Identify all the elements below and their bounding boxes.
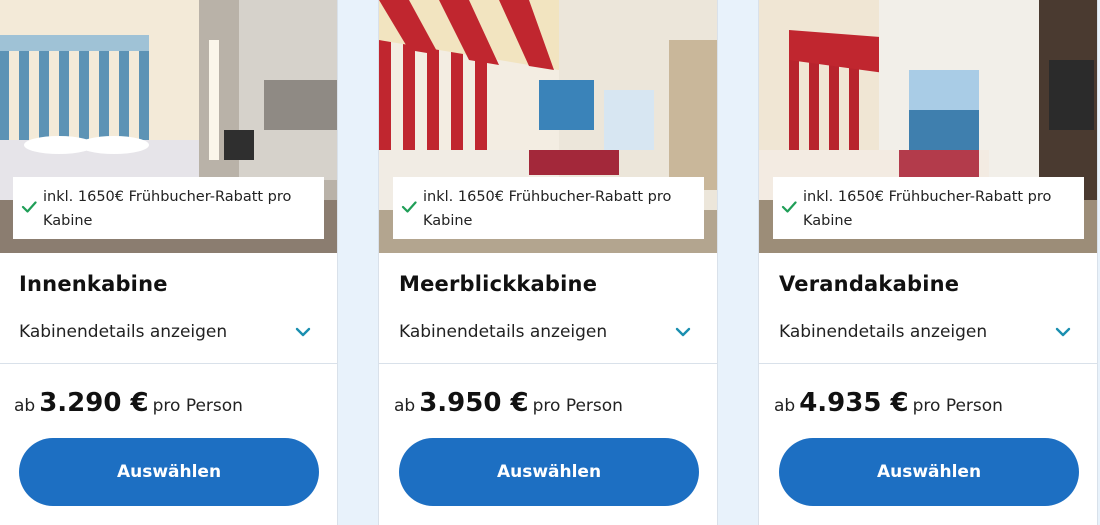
- divider: [0, 363, 337, 364]
- price-prefix: ab: [774, 396, 796, 416]
- early-booking-badge: inkl. 1650€ Frühbucher-Rabatt pro Kabine: [13, 177, 324, 239]
- badge-text: inkl. 1650€ Frühbucher-Rabatt pro Kabine: [43, 189, 292, 229]
- cabin-card-seaview: inkl. 1650€ Frühbucher-Rabatt pro Kabine…: [378, 0, 718, 525]
- check-icon: [21, 201, 37, 213]
- cabin-card-veranda: inkl. 1650€ Frühbucher-Rabatt pro Kabine…: [758, 0, 1098, 525]
- early-booking-badge: inkl. 1650€ Frühbucher-Rabatt pro Kabine: [773, 177, 1084, 239]
- badge-text: inkl. 1650€ Frühbucher-Rabatt pro Kabine: [803, 189, 1052, 229]
- early-booking-badge: inkl. 1650€ Frühbucher-Rabatt pro Kabine: [393, 177, 704, 239]
- divider: [759, 363, 1097, 364]
- price-prefix: ab: [14, 396, 36, 416]
- price-line: ab 3.290 € pro Person: [14, 388, 243, 418]
- chevron-down-icon: [675, 327, 691, 337]
- cabin-details-toggle[interactable]: Kabinendetails anzeigen: [19, 322, 317, 348]
- price-suffix: pro Person: [152, 396, 243, 416]
- price-prefix: ab: [394, 396, 416, 416]
- cabin-details-toggle[interactable]: Kabinendetails anzeigen: [779, 322, 1077, 348]
- cabin-details-label: Kabinendetails anzeigen: [779, 322, 988, 342]
- select-cabin-button[interactable]: Auswählen: [779, 438, 1079, 506]
- chevron-down-icon: [1055, 327, 1071, 337]
- price-suffix: pro Person: [912, 396, 1003, 416]
- cabin-details-label: Kabinendetails anzeigen: [19, 322, 228, 342]
- chevron-down-icon: [295, 327, 311, 337]
- price-suffix: pro Person: [532, 396, 623, 416]
- cabin-title: Meerblickkabine: [399, 272, 598, 296]
- price-amount: 3.950 €: [419, 388, 529, 418]
- select-cabin-button[interactable]: Auswählen: [19, 438, 319, 506]
- cabin-details-toggle[interactable]: Kabinendetails anzeigen: [399, 322, 697, 348]
- divider: [379, 363, 717, 364]
- price-line: ab 4.935 € pro Person: [774, 388, 1003, 418]
- check-icon: [781, 201, 797, 213]
- check-icon: [401, 201, 417, 213]
- price-line: ab 3.950 € pro Person: [394, 388, 623, 418]
- cabin-title: Innenkabine: [19, 272, 168, 296]
- cabin-title: Verandakabine: [779, 272, 960, 296]
- price-amount: 4.935 €: [799, 388, 909, 418]
- cabin-card-inside: inkl. 1650€ Frühbucher-Rabatt pro Kabine…: [0, 0, 338, 525]
- price-amount: 3.290 €: [39, 388, 149, 418]
- select-cabin-button[interactable]: Auswählen: [399, 438, 699, 506]
- cabin-details-label: Kabinendetails anzeigen: [399, 322, 608, 342]
- badge-text: inkl. 1650€ Frühbucher-Rabatt pro Kabine: [423, 189, 672, 229]
